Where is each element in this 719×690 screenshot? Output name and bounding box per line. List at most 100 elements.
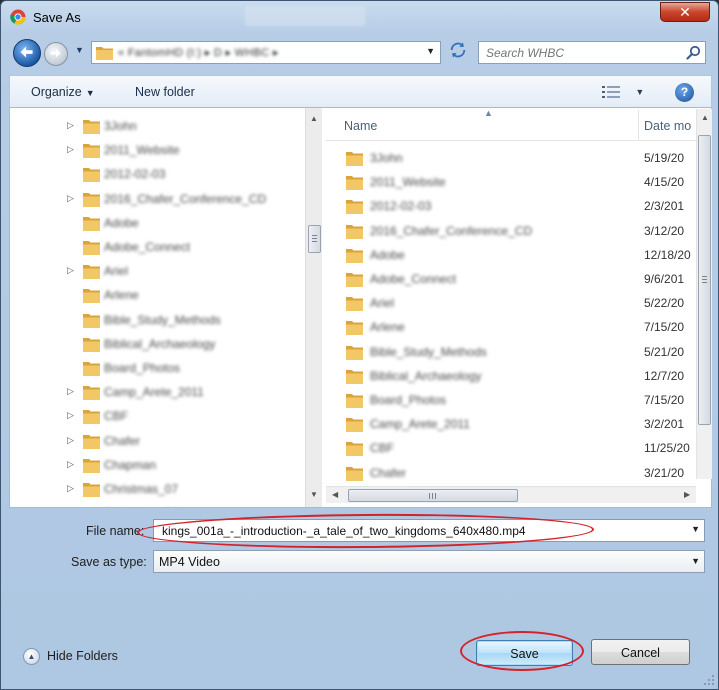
view-dropdown-caret[interactable]: ▼ [635, 87, 644, 97]
file-list-row[interactable]: Board_Photos 7/15/20 [326, 388, 712, 412]
expand-arrow-icon[interactable]: ▷ [67, 435, 74, 446]
address-history-dropdown[interactable]: ▼ [426, 46, 435, 56]
tree-item[interactable]: Biblical_Archaeology [10, 333, 300, 357]
search-box[interactable] [478, 41, 706, 64]
tree-item[interactable]: ▷ Ariel [10, 260, 300, 284]
file-name-cell: 2016_Chafer_Conference_CD [370, 223, 533, 238]
folder-icon [346, 394, 363, 408]
scroll-thumb[interactable] [308, 225, 321, 253]
recent-pages-dropdown[interactable]: ▼ [75, 45, 84, 55]
folder-icon [346, 418, 363, 433]
tree-item[interactable]: ▷ CBF [10, 405, 300, 429]
file-name-label: File name: [86, 524, 145, 538]
tree-item-label: 2012-02-03 [104, 167, 166, 182]
tree-item[interactable]: ▷ Christmas_07 [10, 478, 300, 502]
address-bar[interactable]: « FantomHD (I:) ▸ D ▸ WHBC ▸ ▼ [91, 41, 441, 64]
expand-arrow-icon[interactable]: ▷ [67, 459, 74, 470]
tree-item[interactable]: ▷ 3John [10, 115, 300, 139]
scroll-left-arrow[interactable]: ◀ [332, 490, 338, 499]
tree-item[interactable]: 2012-02-03 [10, 163, 300, 187]
file-list-row[interactable]: Camp_Arete_2011 3/2/201 [326, 412, 712, 436]
hide-folders-button[interactable]: ▲ Hide Folders [23, 647, 133, 667]
tree-item[interactable]: Arlene [10, 284, 300, 308]
breadcrumb-path[interactable]: FantomHD (I:) ▸ D ▸ WHBC ▸ [128, 47, 279, 59]
chevron-down-icon[interactable]: ▼ [691, 556, 700, 566]
scroll-up-arrow[interactable]: ▲ [701, 113, 709, 122]
file-list-row[interactable]: 3John 5/19/20 [326, 146, 712, 170]
organize-menu[interactable]: Organize ▼ [31, 85, 95, 99]
tree-item[interactable]: ▷Christmas_08 [10, 502, 300, 507]
breadcrumb[interactable]: « FantomHD (I:) ▸ D ▸ WHBC ▸ [118, 46, 279, 59]
file-name-cell: Camp_Arete_2011 [370, 417, 470, 432]
expand-arrow-icon[interactable]: ▷ [67, 120, 74, 131]
breadcrumb-overflow[interactable]: « [118, 47, 124, 59]
folder-icon [83, 505, 100, 507]
column-divider[interactable] [638, 110, 639, 141]
save-as-type-select[interactable]: MP4 Video ▼ [153, 550, 705, 573]
date-modified-cell: 9/6/201 [644, 272, 685, 286]
file-list-row[interactable]: CBF 11/25/20 [326, 436, 712, 460]
file-list-row[interactable]: 2016_Chafer_Conference_CD 3/12/20 [326, 219, 712, 243]
close-button[interactable]: ✕ [660, 2, 710, 22]
file-list-row[interactable]: 2011_Website 4/15/20 [326, 170, 712, 194]
search-icon[interactable] [686, 45, 701, 60]
scroll-right-arrow[interactable]: ▶ [684, 490, 690, 499]
tree-item[interactable]: ▷ Chapman [10, 454, 300, 478]
tree-item[interactable]: ▷ 2011_Website [10, 139, 300, 163]
file-name-cell: Ariel [370, 296, 395, 311]
scroll-thumb[interactable]: III [348, 489, 518, 502]
date-modified-cell: 7/15/20 [644, 393, 685, 407]
file-list-row[interactable]: Arlene 7/15/20 [326, 315, 712, 339]
file-list-vertical-scrollbar[interactable]: ▲ [696, 109, 712, 479]
tree-item-label: Adobe_Connect [104, 240, 191, 254]
sort-ascending-icon: ▲ [484, 108, 493, 118]
expand-arrow-icon[interactable]: ▷ [67, 193, 74, 204]
tree-item[interactable]: Adobe_Connect [10, 236, 300, 260]
file-list-horizontal-scrollbar[interactable]: ◀ III ▶ [326, 486, 696, 503]
scroll-down-arrow[interactable]: ▼ [310, 490, 318, 499]
save-as-dialog: Save As ✕ ▼ « FantomHD (I:) ▸ D ▸ WHBC ▸ [0, 0, 719, 690]
expand-arrow-icon[interactable]: ▷ [67, 483, 74, 494]
content-area: ▷ 3John ▷ 2011_Website 2012-02-03 ▷ 2016_Chafe… [9, 108, 712, 508]
file-list-row[interactable]: Chafer 3/21/20 [326, 461, 712, 485]
expand-arrow-icon[interactable]: ▷ [67, 410, 74, 421]
file-list-row[interactable]: Bible_Study_Methods 5/21/20 [326, 340, 712, 364]
resize-grip-icon[interactable] [703, 674, 715, 686]
file-list-row[interactable]: Adobe_Connect 9/6/201 [326, 267, 712, 291]
file-list-row[interactable]: Biblical_Archaeology 12/7/20 [326, 364, 712, 388]
tree-item-label: Chapman [104, 457, 157, 472]
tree-item-label: 3John [104, 119, 137, 133]
tree-item-label: CBF [104, 409, 128, 424]
tree-item[interactable]: ▷ 2016_Chafer_Conference_CD [10, 188, 300, 212]
new-folder-button[interactable]: New folder [135, 85, 195, 99]
cancel-button[interactable]: Cancel [591, 639, 690, 665]
tree-item[interactable]: Board_Photos [10, 357, 300, 381]
date-modified-column-header[interactable]: Date mo [644, 119, 691, 133]
file-list-row[interactable]: Ariel 5/22/20 [326, 291, 712, 315]
file-list-row[interactable]: 2012-02-03 2/3/201 [326, 194, 712, 218]
expand-arrow-icon[interactable]: ▷ [67, 386, 74, 397]
forward-button[interactable] [44, 42, 68, 66]
expand-arrow-icon[interactable]: ▷ [67, 265, 74, 276]
tree-item[interactable]: Adobe [10, 212, 300, 236]
refresh-button[interactable] [445, 41, 471, 64]
folder-icon [346, 466, 363, 481]
chevron-down-icon: ▼ [85, 88, 95, 98]
expand-arrow-icon[interactable]: ▷ [67, 144, 74, 155]
folder-icon [83, 120, 100, 134]
change-view-button[interactable]: ▼ [602, 84, 644, 99]
scroll-thumb[interactable] [698, 135, 711, 425]
back-button[interactable] [13, 39, 41, 67]
navigation-pane-scrollbar[interactable]: ▲ ▼ [305, 108, 322, 507]
folder-icon [346, 345, 363, 360]
tree-item[interactable]: Bible_Study_Methods [10, 309, 300, 333]
folder-icon [83, 144, 100, 159]
scroll-up-arrow[interactable]: ▲ [310, 114, 318, 123]
tree-item[interactable]: ▷ Camp_Arete_2011 [10, 381, 300, 405]
search-input[interactable] [484, 44, 674, 61]
file-list-row[interactable]: Adobe 12/18/20 [326, 243, 712, 267]
chevron-down-icon[interactable]: ▼ [691, 524, 700, 534]
name-column-header[interactable]: Name [344, 119, 377, 133]
tree-item[interactable]: ▷ Chafer [10, 430, 300, 454]
help-button[interactable]: ? [675, 83, 694, 102]
